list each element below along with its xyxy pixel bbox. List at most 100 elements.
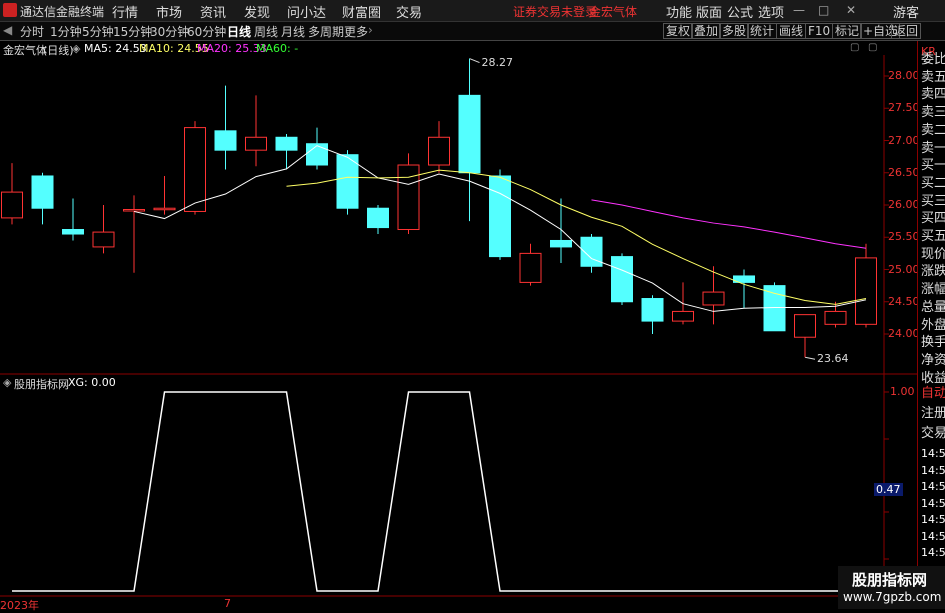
panel-field-label: 买三 <box>921 193 945 209</box>
candle-body <box>397 164 420 231</box>
toolbar-biaoji-button[interactable]: 标记 <box>832 23 863 39</box>
toolbar-f10-button[interactable]: F10 <box>805 23 834 39</box>
menu-item-faxian[interactable]: 发现 <box>244 2 270 21</box>
panel-time-label: 14:56 <box>921 529 945 543</box>
panel-time-label: 14:56 <box>921 546 945 559</box>
price-tick-label: 25.00 <box>888 262 920 276</box>
period-5min[interactable]: 5分钟 <box>82 23 114 40</box>
candle-body <box>245 136 267 151</box>
candle-body <box>214 130 237 151</box>
panel-field-label: 买五 <box>921 229 945 244</box>
panel-field-label: 外盘 <box>921 317 945 333</box>
panel-field-label: 涨幅 <box>921 282 945 298</box>
price-tick-label: 28.00 <box>888 69 920 82</box>
watermark-line1: 股朋指标网 <box>852 571 928 589</box>
ma10-line <box>286 169 867 305</box>
candle-body <box>855 257 877 325</box>
panel-field-label: 涨跌 <box>921 264 945 280</box>
panel-field-label: 买一 <box>921 158 945 174</box>
panel-indicator-item[interactable]: 注册 <box>921 405 945 422</box>
candle-body <box>641 298 664 322</box>
panel-time-label: 14:56 <box>921 513 945 526</box>
period-fenshi[interactable]: 分时 <box>20 23 44 40</box>
toolbar-diejia-button[interactable]: 叠加 <box>691 23 722 39</box>
indicator-line <box>12 391 884 592</box>
period-monthly[interactable]: 月线 <box>281 23 305 40</box>
indicator-name: 股朋指标网 <box>14 378 69 391</box>
toolbar-fuquan-button[interactable]: 复权 <box>663 23 694 39</box>
candle-body <box>1 191 23 219</box>
minimize-button[interactable]: — <box>793 3 805 17</box>
panel-field-label: 总量 <box>921 299 945 315</box>
title-bar: 通达信金融终端 行情 市场 资讯 发现 问小达 财富圈 交易 证券交易未登录 金… <box>0 0 945 22</box>
price-tick-label: 24.50 <box>888 294 920 308</box>
toolbar-tongji-button[interactable]: 统计 <box>747 23 778 39</box>
current-stock-name: 金宏气体 <box>589 5 638 19</box>
candle-body <box>275 136 298 151</box>
toolbar-arrow-icon[interactable]: ◀ <box>3 23 12 37</box>
candle-body <box>153 207 176 211</box>
close-button[interactable]: ✕ <box>846 3 856 17</box>
toolbar-duogu-button[interactable]: 多股 <box>719 23 750 39</box>
menu-item-xuanxiang[interactable]: 选项 <box>758 2 784 21</box>
candle-body <box>123 209 145 212</box>
chevron-right-icon[interactable]: › <box>368 23 373 37</box>
panel-indicator-item[interactable]: 自动 <box>921 385 945 402</box>
menu-item-gongshi[interactable]: 公式 <box>727 2 753 21</box>
indicator-tick-label: 1.00 <box>890 385 915 398</box>
candle-body <box>62 229 84 235</box>
xg-indicator-line <box>12 391 884 592</box>
low-price-annotation: 23.64 <box>817 352 849 366</box>
high-price-annotation: 28.27 <box>481 55 514 69</box>
low-pointer <box>804 356 816 360</box>
candle-body <box>31 175 54 209</box>
panel-field-label: 卖三 <box>921 105 945 121</box>
price-tick-label: 26.50 <box>888 165 920 179</box>
candle-body <box>184 127 206 212</box>
date-label-year: 2023年 <box>0 599 39 612</box>
panel-time-label: 14:56 <box>921 447 945 460</box>
price-tick-label: 25.50 <box>888 230 920 244</box>
panel-indicator-item[interactable]: 交易 <box>921 425 945 442</box>
panel-field-label: 卖二 <box>921 122 945 138</box>
toolbar-huaxian-button[interactable]: 画线 <box>776 23 807 39</box>
menu-item-jiaoyi[interactable]: 交易 <box>396 2 422 21</box>
panel-field-label: 买四 <box>921 211 945 227</box>
menu-item-caifuquan[interactable]: 财富圈 <box>342 2 381 21</box>
watermark-line2: www.7gpzb.com <box>843 590 942 604</box>
panel-field-label: 净资 <box>921 352 945 368</box>
candle-body <box>550 239 572 248</box>
period-more[interactable]: 更多 <box>344 23 368 40</box>
period-weekly[interactable]: 周线 <box>254 23 278 40</box>
watermark: 股朋指标网 www.7gpzb.com <box>838 566 945 609</box>
ma20-line <box>591 199 867 249</box>
period-15min[interactable]: 15分钟 <box>113 23 152 40</box>
menu-item-shichang[interactable]: 市场 <box>156 2 182 21</box>
menu-item-gongneng[interactable]: 功能 <box>666 2 692 21</box>
indicator-toggle-icon[interactable]: ◈ <box>3 376 11 389</box>
menu-item-zixun[interactable]: 资讯 <box>200 2 226 21</box>
menu-item-banmian[interactable]: 版面 <box>696 2 722 21</box>
login-warning[interactable]: 证券交易未登录 <box>513 3 597 20</box>
indicator-value-marker: 0.47 <box>874 483 903 496</box>
period-multi[interactable]: 多周期 <box>308 23 344 40</box>
period-daily[interactable]: 日线 <box>227 23 251 40</box>
panel-field-label: 卖一 <box>921 140 945 156</box>
restore-button[interactable]: □ <box>818 3 829 17</box>
toolbar-back-button[interactable]: 返回 <box>891 23 922 39</box>
period-60min[interactable]: 60分钟 <box>187 23 226 40</box>
price-tick-label: 27.50 <box>888 101 920 115</box>
panel-field-label: 换手 <box>921 335 945 351</box>
panel-field-label: 卖五 <box>921 69 945 85</box>
candle-body <box>702 291 725 306</box>
kline-chart[interactable] <box>0 41 917 609</box>
quote-side-panel: KR 委比 卖五 卖四 卖三 卖二 卖一 买一 买二 买三 买四 买五 现价 涨跌 涨幅 总量 外盘 换手 净资收… <box>917 41 945 609</box>
high-pointer <box>469 58 480 64</box>
period-1min[interactable]: 1分钟 <box>50 23 82 40</box>
panel-time-label: 14:56 <box>921 480 945 493</box>
guest-label[interactable]: 游客 <box>893 2 919 21</box>
menu-item-hangqing[interactable]: 行情 <box>112 2 138 21</box>
menu-item-wenxiaoda[interactable]: 问小达 <box>287 2 326 21</box>
period-30min[interactable]: 30分钟 <box>150 23 189 40</box>
panel-field-label: 卖四 <box>921 87 945 103</box>
